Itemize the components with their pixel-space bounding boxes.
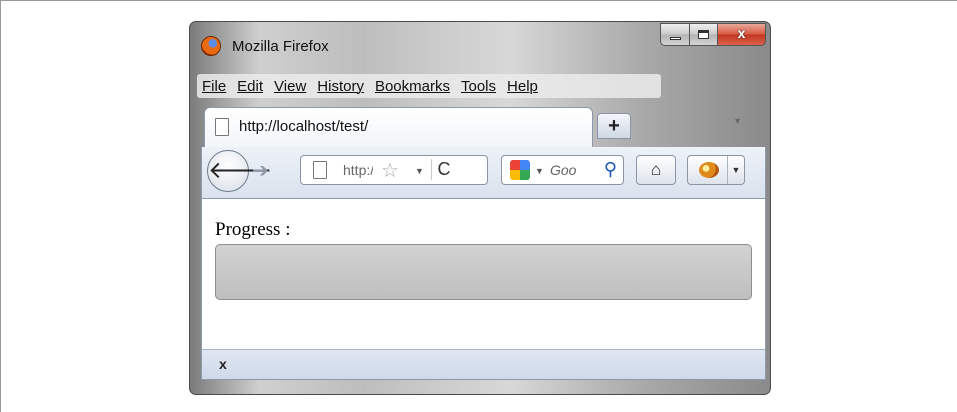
menu-edit[interactable]: Edit — [232, 78, 269, 95]
page-icon — [215, 118, 229, 136]
menu-help[interactable]: Help — [502, 78, 544, 95]
progress-bar — [215, 244, 752, 300]
page-content: Progress : — [201, 199, 766, 349]
status-bar: x — [201, 349, 766, 380]
window-title: Mozilla Firefox — [232, 38, 329, 55]
home-icon: ⌂ — [650, 160, 662, 179]
url-text[interactable]: http:/. — [343, 162, 373, 178]
new-tab-button[interactable]: + — [597, 113, 631, 139]
bookmark-star-icon[interactable]: ☆ — [381, 158, 399, 183]
minimize-icon — [670, 37, 681, 40]
forward-button[interactable]: ➔ — [252, 158, 269, 183]
back-button[interactable]: 🡐 — [207, 150, 272, 192]
maximize-icon — [698, 30, 709, 39]
menu-view[interactable]: View — [269, 78, 312, 95]
tab-list-arrow-icon[interactable]: ▾ — [735, 116, 740, 127]
firefox-logo-icon — [201, 36, 221, 56]
screen-edge-left — [0, 0, 1, 412]
menu-history[interactable]: History — [312, 78, 370, 95]
screen-edge-top — [0, 0, 957, 1]
search-input[interactable]: Goo — [550, 162, 588, 178]
menu-file[interactable]: File — [197, 78, 232, 95]
firebug-icon — [699, 162, 719, 178]
home-button[interactable]: ⌂ — [636, 155, 676, 185]
addon-dropdown-icon[interactable]: ▼ — [727, 156, 744, 184]
menu-bar: File Edit View History Bookmarks Tools H… — [197, 74, 661, 98]
forward-arrow-icon: ➔ — [252, 160, 269, 182]
title-bar[interactable]: Mozilla Firefox x — [190, 22, 770, 66]
menu-tools[interactable]: Tools — [456, 78, 502, 95]
search-bar[interactable]: ▼ Goo ⚲ — [501, 155, 624, 185]
close-button[interactable]: x — [718, 23, 766, 46]
navigation-toolbar: 🡐 ➔ http:/. ☆ ▼ C ▼ Goo ⚲ ⌂ ▼ — [201, 147, 766, 199]
url-bar[interactable]: http:/. ☆ ▼ C — [300, 155, 488, 185]
tab-localhost[interactable]: http://localhost/test/ — [204, 107, 593, 151]
tab-label: http://localhost/test/ — [239, 118, 369, 135]
site-identity-icon — [313, 161, 327, 179]
minimize-button[interactable] — [660, 23, 690, 46]
browser-window: Mozilla Firefox x File Edit View History… — [189, 21, 771, 395]
reload-icon[interactable]: C — [431, 159, 456, 180]
menu-bookmarks[interactable]: Bookmarks — [370, 78, 456, 95]
maximize-button[interactable] — [690, 23, 718, 46]
search-icon[interactable]: ⚲ — [604, 159, 617, 180]
addon-button[interactable]: ▼ — [687, 155, 745, 185]
caption-buttons: x — [660, 23, 766, 47]
url-history-dropdown-icon[interactable]: ▼ — [415, 166, 424, 176]
status-close-icon[interactable]: x — [219, 356, 227, 372]
google-icon[interactable] — [510, 160, 530, 180]
search-engine-dropdown-icon[interactable]: ▼ — [535, 166, 544, 176]
close-icon: x — [737, 25, 746, 41]
progress-label: Progress : — [215, 219, 291, 240]
